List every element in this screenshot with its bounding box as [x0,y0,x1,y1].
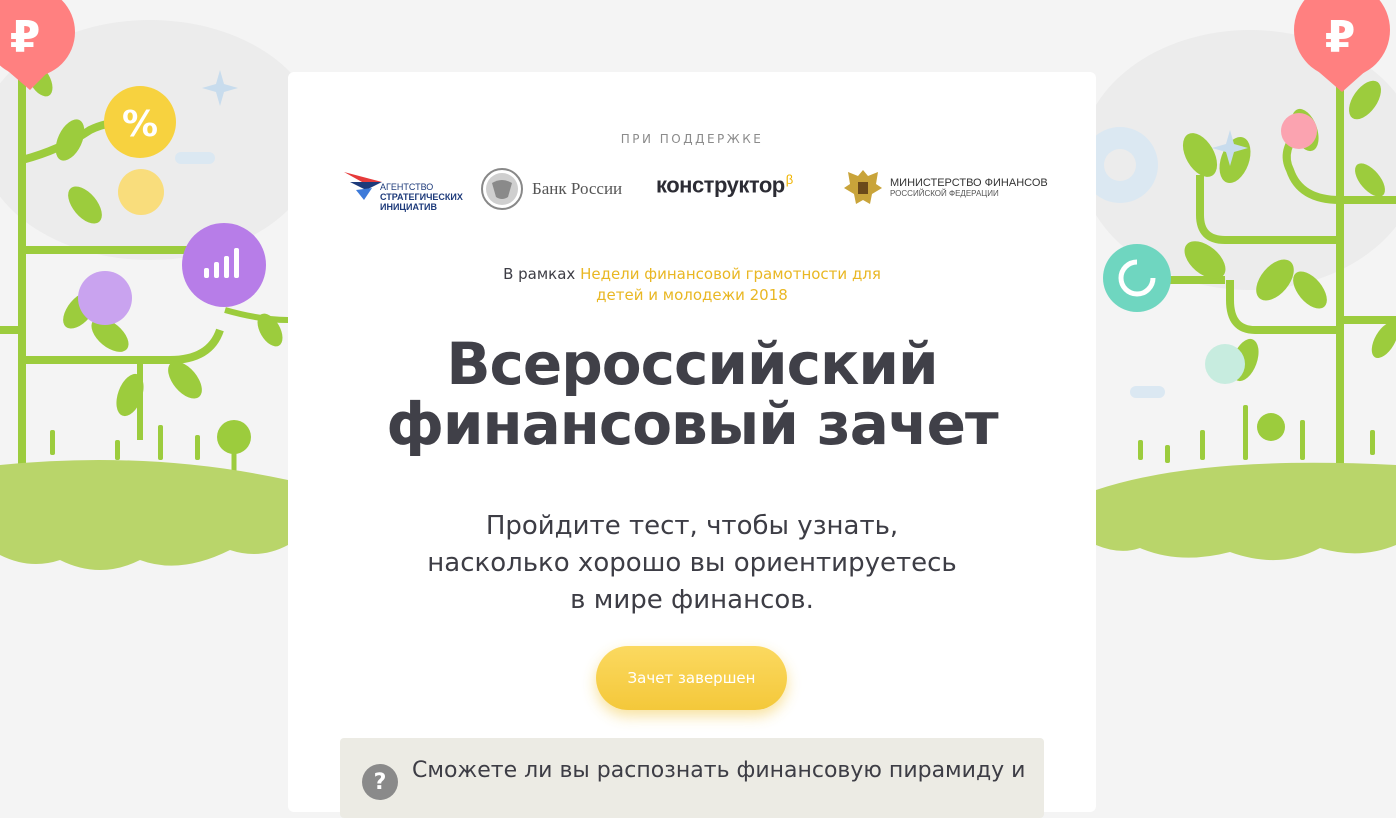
lead-line1: Пройдите тест, чтобы узнать, [485,511,899,541]
question-icon: ? [362,764,398,800]
event-link-line2[interactable]: детей и молодежи 2018 [596,286,788,304]
bank-russia-logo[interactable]: Банк России [480,167,622,211]
minfin-logo[interactable]: МИНИСТЕРСТВО ФИНАНСОВ РОССИЙСКОЙ ФЕДЕРАЦ… [840,164,1048,210]
coat-of-arms-icon [844,170,882,204]
minfin-subtitle: РОССИЙСКОЙ ФЕДЕРАЦИИ [890,188,999,198]
page-title: Всероссийский финансовый зачет [288,334,1096,454]
asi-line3: ИНИЦИАТИВ [380,202,437,212]
support-label: ПРИ ПОДДЕРЖКЕ [620,132,764,146]
ruble-icon: ₽ [10,12,41,63]
lead-text: Пройдите тест, чтобы узнать, насколько х… [288,508,1096,619]
bank-name: Банк России [532,179,623,198]
konstruktor-name: конструктор [656,172,785,198]
percent-icon: % [122,104,158,145]
partner-logos: АГЕНТСТВО СТРАТЕГИЧЕСКИХ ИНИЦИАТИВ Банк … [338,160,1048,220]
test-finished-button[interactable]: Зачет завершен [596,646,787,710]
beta-mark: β [785,172,793,187]
frame-prefix: В рамках [503,265,581,283]
asi-logo[interactable]: АГЕНТСТВО СТРАТЕГИЧЕСКИХ ИНИЦИАТИВ [342,160,463,212]
konstruktor-logo[interactable]: конструкторβ [656,172,793,198]
lead-line2: насколько хорошо вы ориентируетесь [427,548,957,578]
event-frame-text: В рамках Недели финансовой грамотности д… [288,264,1096,306]
asi-line1: АГЕНТСТВО [380,182,434,192]
lead-line3: в мире финансов. [570,585,814,615]
asi-line2: СТРАТЕГИЧЕСКИХ [380,192,463,202]
question-text: Сможете ли вы распознать финансовую пира… [412,758,1026,783]
event-link[interactable]: Недели финансовой грамотности для [580,265,881,283]
question-card[interactable]: ? Сможете ли вы распознать финансовую пи… [340,738,1044,818]
ruble-icon: ₽ [1325,12,1356,63]
bank-emblem-icon [481,168,523,210]
asi-emblem-icon [344,172,382,200]
main-card: ПРИ ПОДДЕРЖКЕ АГЕНТСТВО СТРАТЕГИЧЕСКИХ И… [288,72,1096,818]
title-line2: финансовый зачет [386,390,998,458]
title-line1: Всероссийский [446,330,938,398]
minfin-title: МИНИСТЕРСТВО ФИНАНСОВ [890,176,1048,189]
